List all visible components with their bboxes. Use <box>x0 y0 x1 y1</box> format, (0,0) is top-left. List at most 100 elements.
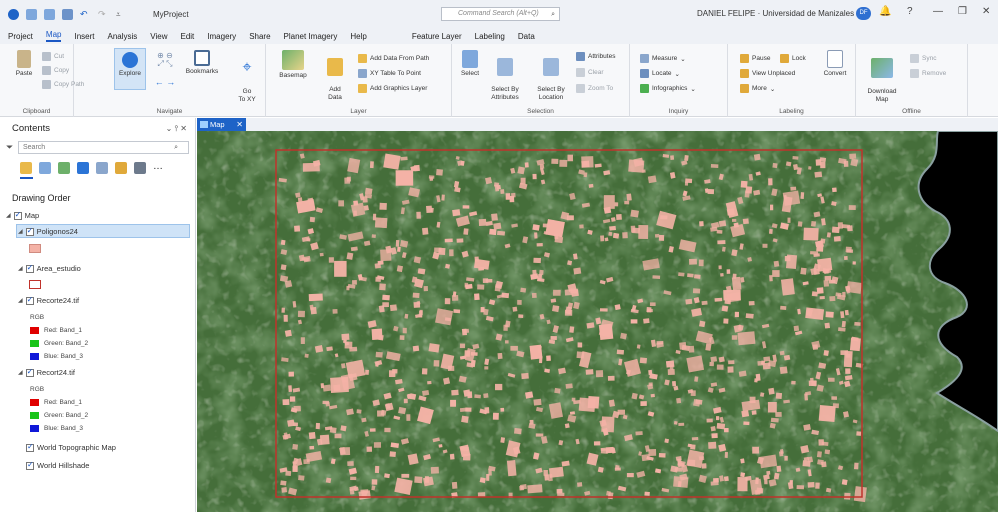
polygon-feature[interactable] <box>845 368 851 374</box>
polygon-feature[interactable] <box>792 156 799 160</box>
polygon-feature[interactable] <box>723 289 741 301</box>
polygon-feature[interactable] <box>413 164 420 172</box>
polygon-feature[interactable] <box>745 313 754 319</box>
polygon-feature[interactable] <box>456 238 464 243</box>
polygon-feature[interactable] <box>616 349 625 355</box>
polygon-feature[interactable] <box>711 433 718 439</box>
polygon-feature[interactable] <box>340 447 351 456</box>
polygon-feature[interactable] <box>648 369 653 376</box>
polygon-feature[interactable] <box>823 349 829 356</box>
polygon-feature[interactable] <box>428 343 440 353</box>
tab-imagery[interactable]: Imagery <box>207 32 236 41</box>
polygon-feature[interactable] <box>374 217 388 229</box>
polygon-feature[interactable] <box>517 299 522 305</box>
polygon-feature[interactable] <box>334 260 347 277</box>
tab-data[interactable]: Data <box>518 32 535 41</box>
polygon-feature[interactable] <box>724 427 729 433</box>
polygon-feature[interactable] <box>579 224 584 229</box>
polygon-feature[interactable] <box>300 337 305 345</box>
polygon-feature[interactable] <box>412 292 420 298</box>
polygon-feature[interactable] <box>474 394 481 399</box>
polygon-feature[interactable] <box>564 423 570 429</box>
polygon-feature[interactable] <box>547 473 553 482</box>
polygon-feature[interactable] <box>800 192 805 199</box>
new-project-icon[interactable] <box>26 8 37 20</box>
select-by-attributes-button[interactable]: Select By Attributes <box>488 50 522 102</box>
polygon-feature[interactable] <box>610 217 616 222</box>
polygon-feature[interactable] <box>768 228 773 234</box>
collapse-icon[interactable]: ◢ <box>18 228 23 235</box>
polygon-feature[interactable] <box>825 311 834 318</box>
world-topographic-checkbox[interactable] <box>26 442 34 452</box>
polygon-feature[interactable] <box>784 455 788 461</box>
polygon-feature[interactable] <box>583 172 588 178</box>
polygon-feature[interactable] <box>585 369 594 375</box>
polygon-feature[interactable] <box>378 334 384 341</box>
polygon-feature[interactable] <box>403 398 408 404</box>
polygon-feature[interactable] <box>349 488 355 495</box>
polygon-feature[interactable] <box>374 465 380 474</box>
polygon-feature[interactable] <box>356 409 362 414</box>
polygon-feature[interactable] <box>652 275 661 279</box>
polygon-feature[interactable] <box>734 311 739 318</box>
polygon-feature[interactable] <box>478 218 487 226</box>
polygon-feature[interactable] <box>288 385 293 392</box>
polygon-feature[interactable] <box>304 353 309 358</box>
polygon-feature[interactable] <box>693 399 701 407</box>
polygon-feature[interactable] <box>554 387 561 394</box>
polygon-feature[interactable] <box>636 344 641 349</box>
lock-labeling-button[interactable]: Lock <box>780 54 806 63</box>
polygon-feature[interactable] <box>841 320 846 328</box>
polygon-feature[interactable] <box>751 410 757 415</box>
polygon-feature[interactable] <box>721 246 726 252</box>
polygon-feature[interactable] <box>533 257 541 264</box>
polygon-feature[interactable] <box>732 218 737 222</box>
polygon-feature[interactable] <box>451 481 458 489</box>
polygon-feature[interactable] <box>545 219 565 238</box>
polygon-feature[interactable] <box>531 292 537 298</box>
more-options-icon[interactable]: … <box>153 162 165 174</box>
polygon-feature[interactable] <box>435 308 454 326</box>
polygon-feature[interactable] <box>557 492 565 496</box>
poligonos-symbol[interactable] <box>29 244 41 253</box>
polygon-feature[interactable] <box>665 360 675 368</box>
polygon-feature[interactable] <box>280 480 287 486</box>
polygon-feature[interactable] <box>608 399 616 407</box>
polygon-feature[interactable] <box>322 384 332 392</box>
recort-layer[interactable]: ◢ Recort24.tif <box>18 367 75 378</box>
polygon-feature[interactable] <box>783 354 791 361</box>
polygon-feature[interactable] <box>768 178 773 186</box>
explore-button[interactable]: Explore <box>114 48 146 90</box>
polygon-feature[interactable] <box>525 391 534 399</box>
polygon-feature[interactable] <box>509 195 515 203</box>
map-view[interactable] <box>197 131 998 512</box>
polygon-feature[interactable] <box>477 284 485 290</box>
polygon-feature[interactable] <box>698 259 704 267</box>
polygon-feature[interactable] <box>395 170 414 186</box>
polygon-feature[interactable] <box>593 441 601 446</box>
polygon-feature[interactable] <box>383 153 401 170</box>
polygon-feature[interactable] <box>658 234 665 241</box>
polygon-feature[interactable] <box>289 396 296 402</box>
polygon-feature[interactable] <box>280 264 287 271</box>
polygon-feature[interactable] <box>352 280 357 285</box>
polygon-feature[interactable] <box>685 178 693 184</box>
polygon-feature[interactable] <box>744 190 750 198</box>
polygon-feature[interactable] <box>417 268 426 275</box>
polygon-feature[interactable] <box>770 417 779 423</box>
polygon-feature[interactable] <box>436 169 443 176</box>
polygon-feature[interactable] <box>422 227 429 235</box>
polygon-feature[interactable] <box>340 425 347 432</box>
polygon-feature[interactable] <box>849 337 861 352</box>
polygon-feature[interactable] <box>720 273 724 277</box>
polygon-feature[interactable] <box>846 354 851 358</box>
polygon-feature[interactable] <box>716 229 723 234</box>
polygon-feature[interactable] <box>664 438 670 444</box>
polygon-feature[interactable] <box>529 344 543 360</box>
polygon-feature[interactable] <box>732 273 737 279</box>
polygon-feature[interactable] <box>843 255 848 260</box>
polygon-feature[interactable] <box>644 491 650 496</box>
polygon-feature[interactable] <box>394 477 413 495</box>
list-by-editing-icon[interactable] <box>77 162 89 174</box>
polygon-feature[interactable] <box>292 443 299 450</box>
